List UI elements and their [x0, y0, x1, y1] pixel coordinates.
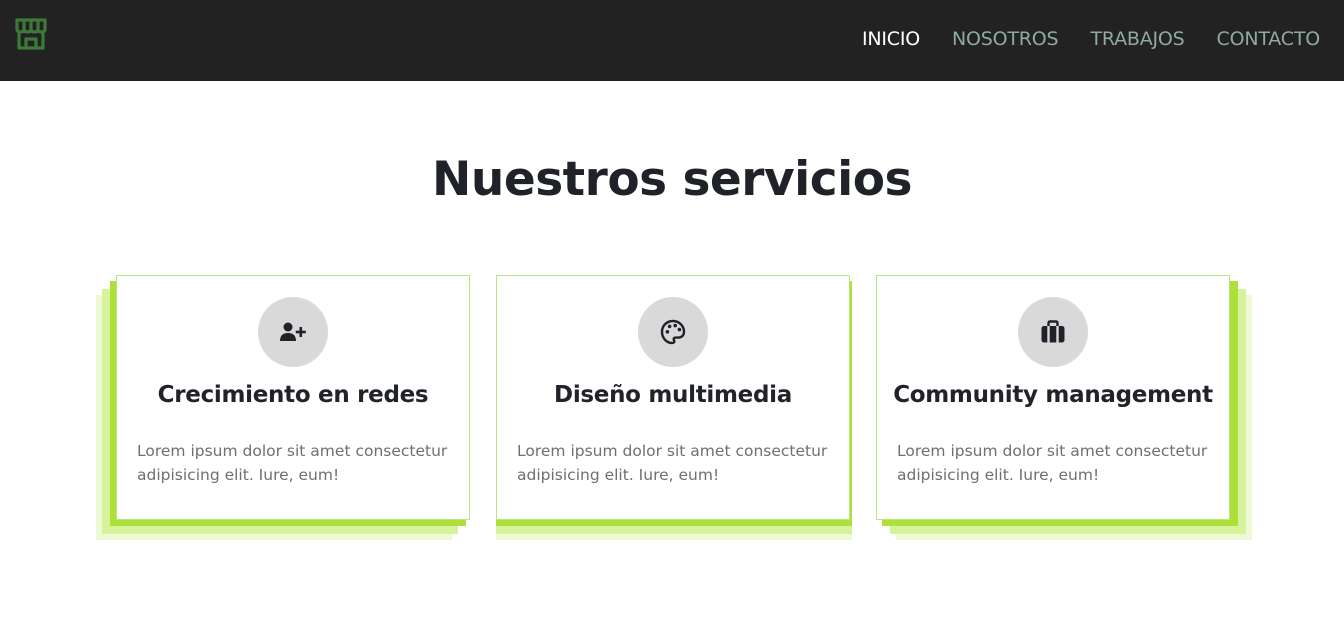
- service-card-wrapper: Crecimiento en redes Lorem ipsum dolor s…: [96, 275, 472, 540]
- nav-link-nosotros[interactable]: NOSOTROS: [952, 28, 1059, 50]
- card-title: Community management: [893, 382, 1213, 408]
- service-card: Diseño multimedia Lorem ipsum dolor sit …: [496, 275, 850, 520]
- service-card: Crecimiento en redes Lorem ipsum dolor s…: [116, 275, 470, 520]
- main-nav: INICIO NOSOTROS TRABAJOS CONTACTO: [830, 0, 1320, 78]
- card-title: Crecimiento en redes: [157, 382, 429, 408]
- store-icon[interactable]: [14, 17, 48, 51]
- briefcase-icon: [1041, 320, 1065, 343]
- card-title: Diseño multimedia: [554, 382, 792, 408]
- nav-link-inicio[interactable]: INICIO: [862, 28, 920, 50]
- section-title: Nuestros servicios: [432, 152, 912, 207]
- service-card: Community management Lorem ipsum dolor s…: [876, 275, 1230, 520]
- user-plus-icon: [280, 322, 306, 341]
- service-card-wrapper: Community management Lorem ipsum dolor s…: [876, 275, 1252, 540]
- card-text: Lorem ipsum dolor sit amet consectetur a…: [897, 442, 1208, 484]
- nav-link-trabajos[interactable]: TRABAJOS: [1090, 28, 1184, 50]
- icon-circle: [258, 297, 328, 367]
- service-card-wrapper: Diseño multimedia Lorem ipsum dolor sit …: [496, 275, 852, 540]
- card-text: Lorem ipsum dolor sit amet consectetur a…: [517, 442, 828, 484]
- card-text: Lorem ipsum dolor sit amet consectetur a…: [137, 442, 448, 484]
- nav-link-contacto[interactable]: CONTACTO: [1217, 28, 1321, 50]
- icon-circle: [1018, 297, 1088, 367]
- icon-circle: [638, 297, 708, 367]
- navbar: INICIO NOSOTROS TRABAJOS CONTACTO: [0, 0, 1344, 81]
- palette-icon: [660, 319, 686, 345]
